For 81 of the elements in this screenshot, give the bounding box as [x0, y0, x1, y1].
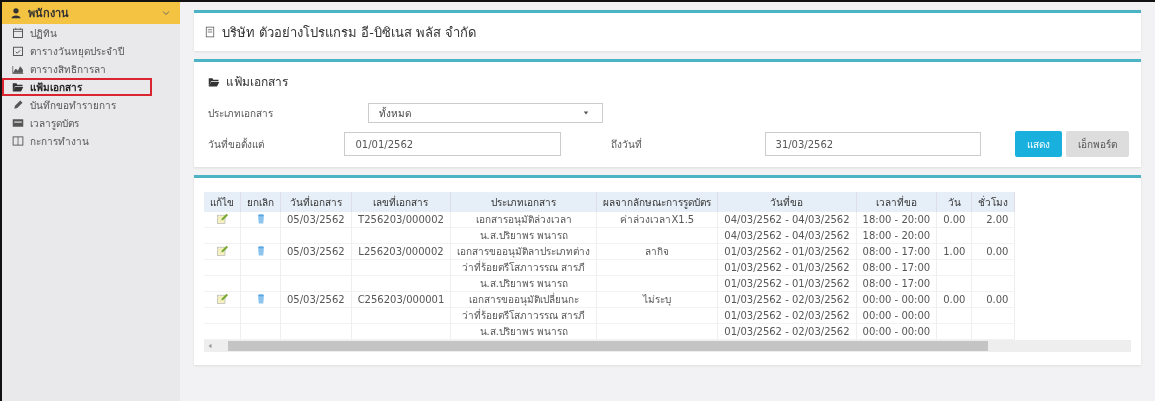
- table-cell: 08:00 - 17:00: [862, 262, 931, 273]
- sidebar-item[interactable]: ปฏิทิน: [2, 24, 180, 42]
- table-cell: ค่าล่วงเวลาX1.5: [620, 214, 695, 225]
- table-cell: 01/03/2562 - 01/03/2562: [724, 278, 850, 289]
- sidebar-item[interactable]: ตารางวันหยุดประจำปี: [2, 42, 180, 60]
- column-header: วันที่เอกสาร: [280, 192, 352, 212]
- pencil-icon: [12, 99, 24, 111]
- table-cell: ไม่ระบุ: [643, 294, 672, 305]
- edit-icon[interactable]: [216, 212, 228, 225]
- sidebar-header[interactable]: พนักงาน: [2, 2, 180, 24]
- column-header: เลขที่เอกสาร: [351, 192, 451, 212]
- horizontal-scrollbar[interactable]: [204, 340, 1131, 352]
- table-cell: T256203/000002: [358, 214, 444, 225]
- table-cell: 00:00 - 00:00: [862, 294, 931, 305]
- card-icon: [12, 117, 24, 129]
- column-header: วัน: [936, 192, 972, 212]
- column-header: วันที่ขอ: [717, 192, 857, 212]
- table-cell: เอกสารขออนุมัติลาประเภทต่าง: [457, 246, 591, 257]
- export-button[interactable]: เอ็กพอร์ต: [1066, 131, 1129, 157]
- sidebar-item[interactable]: บันทึกขอทำรายการ: [2, 96, 180, 114]
- calendar-check-icon: [12, 45, 24, 57]
- table-cell: น.ส.ปริยาพร พนารถ: [479, 326, 569, 337]
- column-header: ประเภทเอกสาร: [450, 192, 597, 212]
- table-cell: 08:00 - 17:00: [862, 246, 931, 257]
- dropdown-arrow-icon: [583, 110, 589, 116]
- chart-icon: [12, 63, 24, 75]
- table-cell: 01/03/2562 - 02/03/2562: [724, 294, 850, 305]
- sidebar-item[interactable]: ตารางสิทธิการลา: [2, 60, 180, 78]
- table-cell: 05/03/2562: [287, 246, 345, 257]
- table-cell: 00:00 - 00:00: [862, 326, 931, 337]
- folder-icon: [12, 81, 24, 93]
- company-title: บริษัท ตัวอย่างโปรแกรม อี-บิซิเนส พลัส จำกัด: [222, 23, 477, 42]
- table-cell: 01/03/2562 - 01/03/2562: [724, 246, 850, 257]
- table-cell: 00:00 - 00:00: [862, 310, 931, 321]
- table-cell: C256203/000001: [357, 294, 445, 305]
- table-cell: 04/03/2562 - 04/03/2562: [724, 230, 850, 241]
- edit-icon[interactable]: [216, 244, 228, 257]
- scroll-left-icon[interactable]: [207, 343, 213, 349]
- table-cell: ว่าที่ร้อยตรีโสภาวรรณ สารภี: [462, 310, 586, 321]
- table-cell: น.ส.ปริยาพร พนารถ: [479, 230, 569, 241]
- date-field[interactable]: 01/01/2562: [344, 132, 561, 156]
- folder-icon: [208, 75, 220, 88]
- sidebar-item[interactable]: กะการทำงาน: [2, 132, 180, 150]
- table-cell: 2.00: [986, 214, 1009, 225]
- table-cell: 08:00 - 17:00: [862, 278, 931, 289]
- table-cell: 01/03/2562 - 02/03/2562: [724, 326, 850, 337]
- edit-icon[interactable]: [216, 292, 228, 305]
- column-header: เวลาที่ขอ: [856, 192, 937, 212]
- table-cell: 18:00 - 20:00: [862, 230, 931, 241]
- columns-icon: [12, 135, 24, 147]
- user-icon: [10, 7, 22, 19]
- sidebar-item[interactable]: เวลารูดบัตร: [2, 114, 180, 132]
- field-label: วันที่ขอตั้งแต่: [208, 136, 265, 152]
- column-header: ยกเลิก: [240, 192, 281, 212]
- column-header: ผลจากลักษณะการรูดบัตร: [596, 192, 718, 212]
- table-cell: 0.00: [943, 294, 966, 305]
- table-cell: ลากิจ: [645, 246, 670, 257]
- table-cell: เอกสารอนุมัติล่วงเวลา: [475, 214, 572, 225]
- date-field[interactable]: 31/03/2562: [764, 132, 981, 156]
- table-cell: 0.00: [943, 214, 966, 225]
- table-cell: ว่าที่ร้อยตรีโสภาวรรณ สารภี: [462, 262, 586, 273]
- table-cell: 0.00: [986, 294, 1009, 305]
- field-label: ประเภทเอกสาร: [208, 106, 274, 121]
- table-cell: 01/03/2562 - 01/03/2562: [724, 262, 850, 273]
- table-cell: 01/03/2562 - 02/03/2562: [724, 310, 850, 321]
- column-header: ชั่วโมง: [971, 192, 1015, 212]
- field-label: ถึงวันที่: [609, 136, 643, 152]
- table-cell: 0.00: [986, 246, 1009, 257]
- sidebar-item[interactable]: แฟ้มเอกสาร: [2, 78, 152, 96]
- table-cell: 1.00: [943, 246, 966, 257]
- column-header: แก้ไข: [204, 192, 241, 212]
- table-cell: 05/03/2562: [287, 214, 345, 225]
- table-cell: 05/03/2562: [287, 294, 345, 305]
- type-dropdown[interactable]: ทั้งหมด: [368, 103, 603, 123]
- section-title: แฟ้มเอกสาร: [226, 74, 288, 91]
- table-cell: 18:00 - 20:00: [862, 214, 931, 225]
- table-cell: 04/03/2562 - 04/03/2562: [724, 214, 850, 225]
- table-cell: น.ส.ปริยาพร พนารถ: [479, 278, 569, 289]
- calendar-icon: [12, 27, 24, 39]
- table-cell: เอกสารขออนุมัติเปลี่ยนกะ: [468, 294, 579, 305]
- table-cell: L256203/000002: [358, 246, 444, 257]
